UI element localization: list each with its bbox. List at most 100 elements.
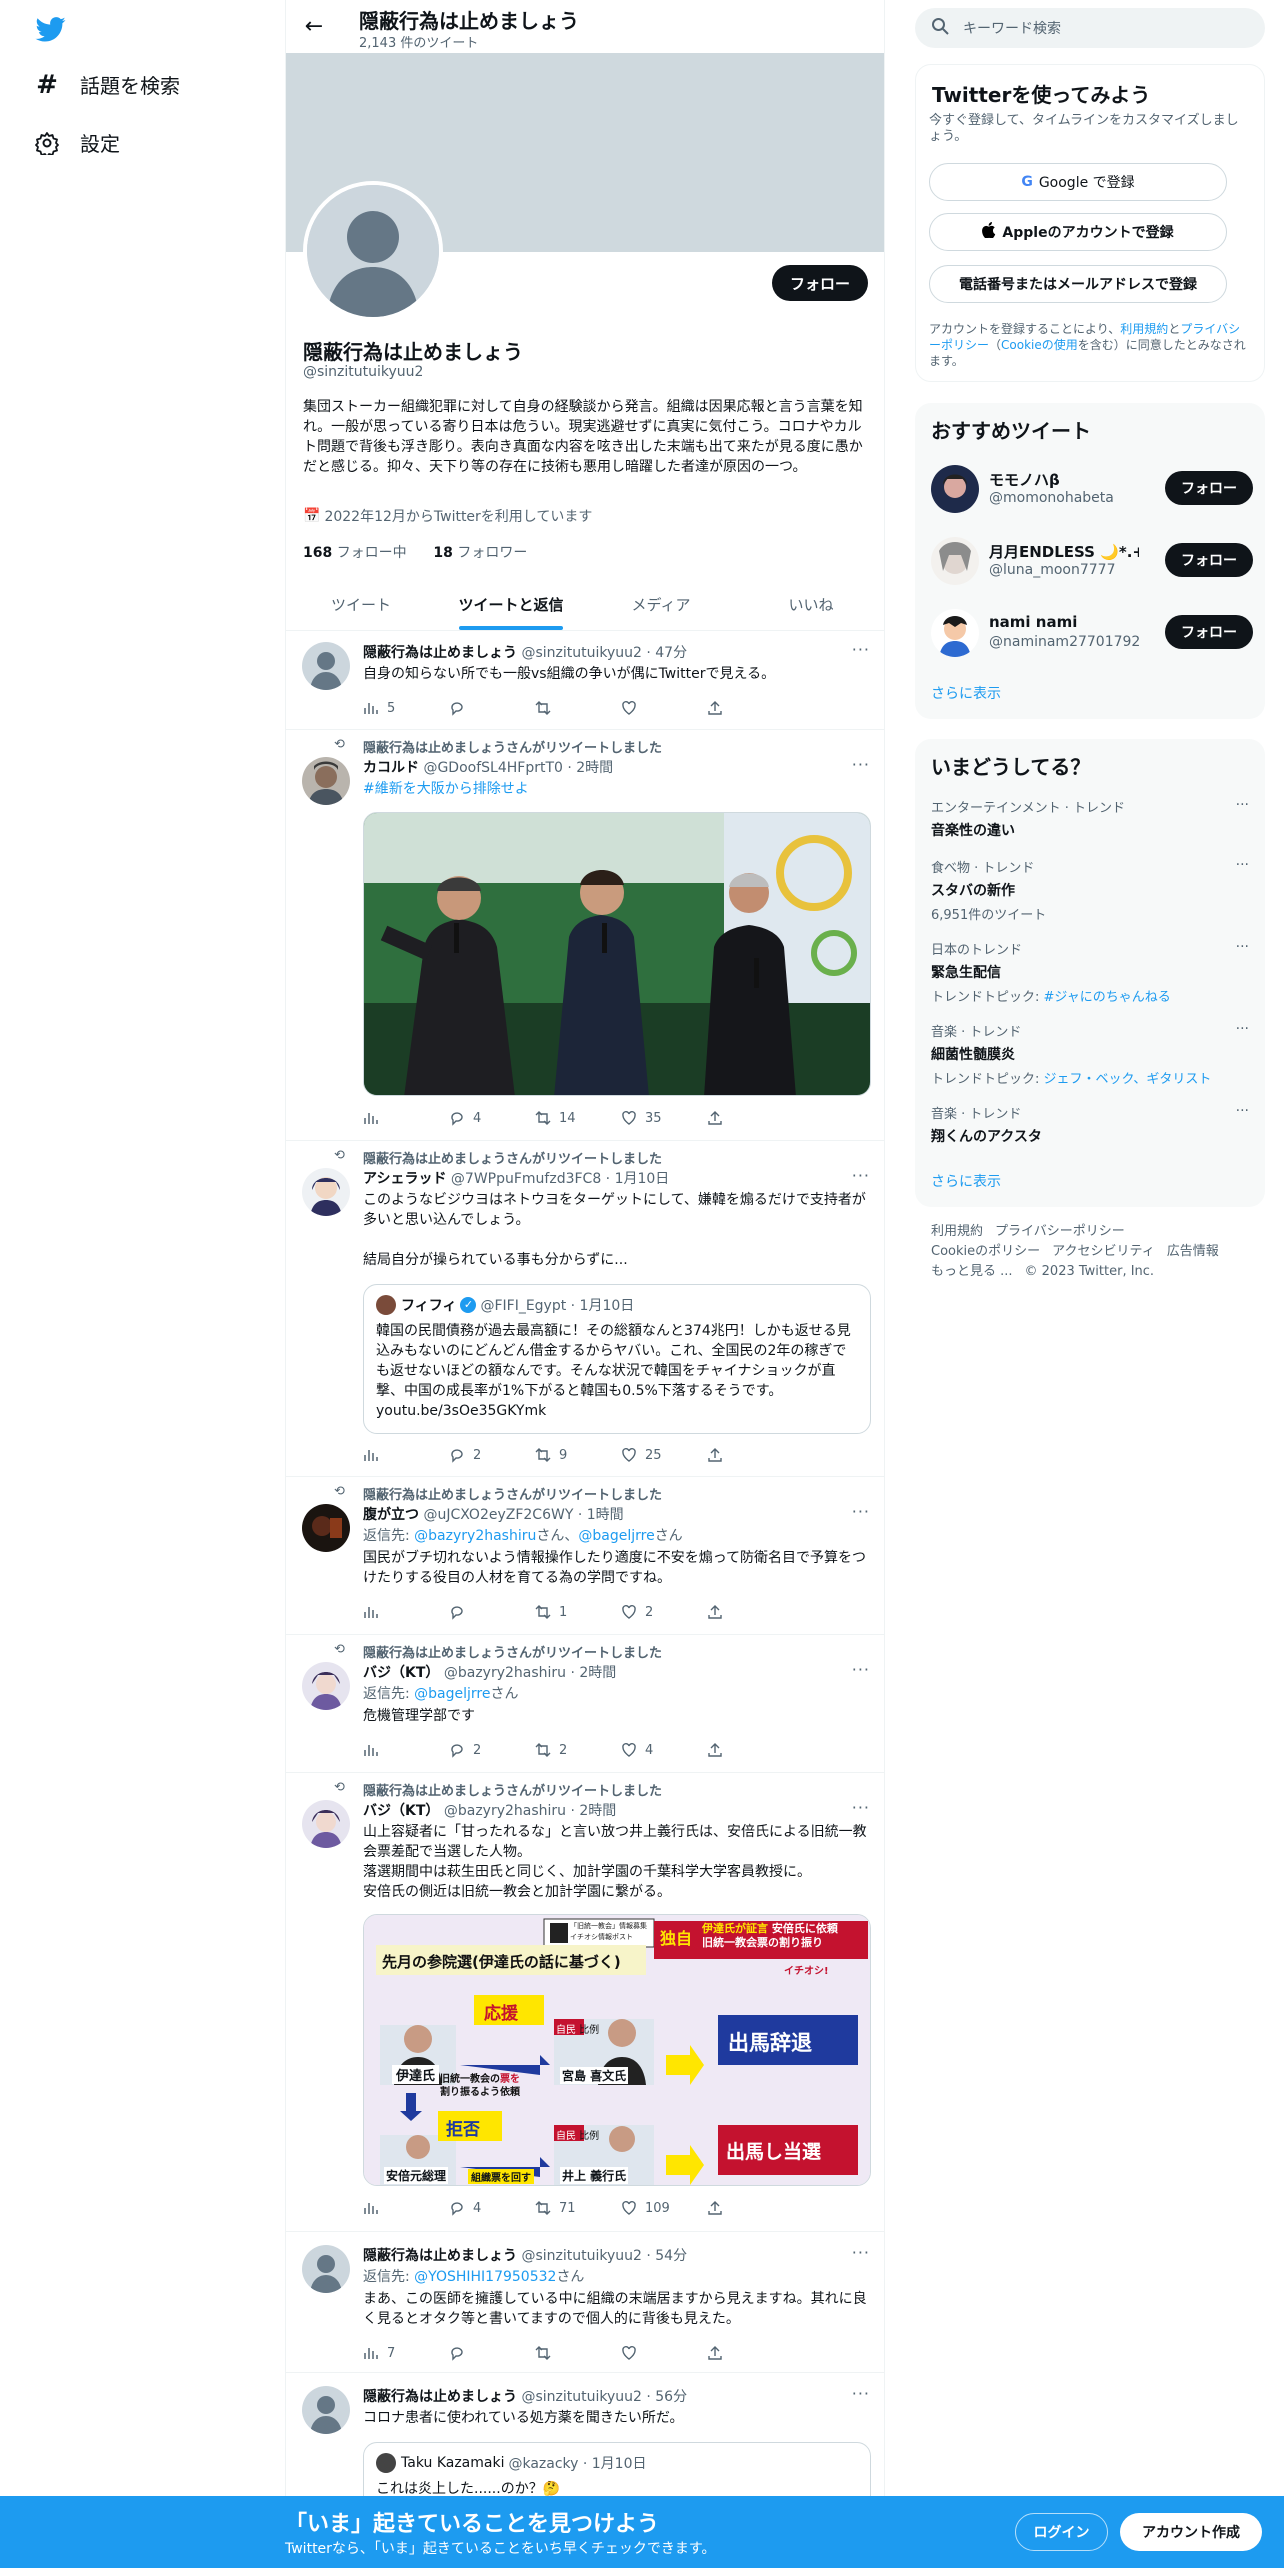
- more-icon[interactable]: ···: [1236, 857, 1249, 873]
- tweet[interactable]: ⟲ 隠蔽行為は止めましょうさんがリツイートしました バジ（KT） @bazyry…: [286, 1774, 884, 2232]
- like-button[interactable]: 109: [621, 2198, 707, 2218]
- share-button[interactable]: [707, 1602, 793, 1622]
- retweet-button[interactable]: 2: [535, 1740, 621, 1760]
- retweet-button[interactable]: [535, 698, 621, 718]
- trend-item[interactable]: 音楽 · トレンド 細菌性髄膜炎 トレンドトピック: ジェフ・ベック、ギタリスト …: [931, 1021, 1249, 1087]
- reply-button[interactable]: [449, 2343, 535, 2363]
- rec-user[interactable]: nami nami @naminam27701792 フォロー: [931, 607, 1253, 659]
- more-icon[interactable]: ···: [1236, 1103, 1249, 1119]
- like-button[interactable]: [621, 698, 707, 718]
- retweet-button[interactable]: 14: [535, 1108, 621, 1128]
- share-button[interactable]: [707, 1445, 793, 1465]
- avatar[interactable]: [302, 757, 350, 805]
- tab-media[interactable]: メディア: [586, 578, 736, 630]
- twitter-logo-icon[interactable]: [34, 14, 68, 44]
- trend-item[interactable]: 日本のトレンド 緊急生配信 トレンドトピック: #ジャにのちゃんねる ···: [931, 939, 1249, 1005]
- like-button[interactable]: 35: [621, 1108, 707, 1128]
- tweet[interactable]: ⟲ 隠蔽行為は止めましょうさんがリツイートしました バジ（KT） @bazyry…: [286, 1636, 884, 1773]
- rec-user[interactable]: モモノハβ @momonohabeta フォロー: [931, 463, 1253, 515]
- reply-button[interactable]: 4: [449, 2198, 535, 2218]
- views-button[interactable]: [363, 1602, 449, 1622]
- like-button[interactable]: 2: [621, 1602, 707, 1622]
- more-icon[interactable]: ···: [852, 2243, 870, 2262]
- avatar[interactable]: [302, 642, 350, 690]
- more-icon[interactable]: ···: [1236, 1021, 1249, 1037]
- follow-button[interactable]: フォロー: [1165, 543, 1253, 577]
- retweet-button[interactable]: [535, 2343, 621, 2363]
- mention-link[interactable]: @bageljrre: [578, 1528, 654, 1544]
- trend-topic-link[interactable]: #ジャにのちゃんねる: [1044, 990, 1171, 1005]
- nav-explore[interactable]: # 話題を検索: [34, 70, 180, 100]
- profile-avatar[interactable]: [303, 181, 443, 321]
- trend-item[interactable]: 音楽 · トレンド 翔くんのアクスタ ···: [931, 1103, 1249, 1146]
- reply-button[interactable]: 2: [449, 1445, 535, 1465]
- follow-button[interactable]: フォロー: [1165, 471, 1253, 505]
- tweet-photo[interactable]: 「旧統一教会」情報募集 イチオシ情報ポスト 独自 伊達氏が証言 安倍氏に依頼 旧統一…: [363, 1914, 871, 2186]
- share-button[interactable]: [707, 2198, 793, 2218]
- trend-topic-link[interactable]: ジェフ・ベック、ギタリスト: [1044, 1072, 1212, 1087]
- footer-link[interactable]: もっと見る ...: [931, 1264, 1013, 1279]
- terms-link[interactable]: 利用規約: [1120, 322, 1168, 336]
- more-icon[interactable]: ···: [1236, 939, 1249, 955]
- tab-tweets-replies[interactable]: ツイートと返信: [436, 578, 586, 630]
- more-icon[interactable]: ···: [852, 755, 870, 774]
- google-signup-button[interactable]: G Google で登録: [929, 163, 1227, 201]
- footer-link[interactable]: Cookieのポリシー: [931, 1244, 1040, 1259]
- follow-button[interactable]: フォロー: [1165, 615, 1253, 649]
- avatar[interactable]: [302, 1662, 350, 1710]
- avatar[interactable]: [302, 1168, 350, 1216]
- reply-button[interactable]: [449, 1602, 535, 1622]
- search-input[interactable]: キーワード検索: [915, 8, 1265, 48]
- share-button[interactable]: [707, 1740, 793, 1760]
- avatar[interactable]: [302, 2386, 350, 2434]
- views-button[interactable]: [363, 1108, 449, 1128]
- signup-button[interactable]: アカウント作成: [1120, 2513, 1262, 2551]
- trend-item[interactable]: 食べ物 · トレンド スタバの新作 6,951件のツイート ···: [931, 857, 1249, 923]
- more-icon[interactable]: ···: [852, 1502, 870, 1521]
- show-more-link[interactable]: さらに表示: [931, 683, 1001, 703]
- tab-likes[interactable]: いいね: [736, 578, 884, 630]
- show-more-link[interactable]: さらに表示: [931, 1171, 1001, 1191]
- reply-button[interactable]: [449, 698, 535, 718]
- more-icon[interactable]: ···: [1236, 797, 1249, 813]
- quoted-tweet[interactable]: フィフィ ✓ @FIFI_Egypt · 1月10日 韓国の民間債務が過去最高額…: [363, 1284, 871, 1434]
- views-button[interactable]: 7: [363, 2343, 449, 2363]
- tweet[interactable]: 隠蔽行為は止めましょう @sinzitutuikyuu2 · 47分 ··· 自…: [286, 632, 884, 730]
- tweet[interactable]: ⟲ 隠蔽行為は止めましょうさんがリツイートしました カコルド @GDoofSL4…: [286, 731, 884, 1141]
- hashtag-link[interactable]: #維新を大阪から排除せよ: [363, 779, 871, 799]
- views-button[interactable]: [363, 1445, 449, 1465]
- more-icon[interactable]: ···: [852, 1166, 870, 1185]
- cookie-link[interactable]: Cookieの使用: [1001, 338, 1078, 352]
- mention-link[interactable]: @bageljrre: [414, 1686, 490, 1702]
- tab-tweets[interactable]: ツイート: [286, 578, 436, 630]
- share-button[interactable]: [707, 1108, 793, 1128]
- avatar[interactable]: [302, 2245, 350, 2293]
- more-icon[interactable]: ···: [852, 640, 870, 659]
- retweet-button[interactable]: 71: [535, 2198, 621, 2218]
- reply-button[interactable]: 4: [449, 1108, 535, 1128]
- tweet[interactable]: ⟲ 隠蔽行為は止めましょうさんがリツイートしました アシェラッド @7WPpuF…: [286, 1142, 884, 1477]
- mention-link[interactable]: @YOSHIHI17950532: [414, 2269, 556, 2285]
- retweet-button[interactable]: 9: [535, 1445, 621, 1465]
- nav-settings[interactable]: 設定: [34, 128, 120, 157]
- apple-signup-button[interactable]: Appleのアカウントで登録: [929, 213, 1227, 251]
- tweet[interactable]: 隠蔽行為は止めましょう @sinzitutuikyuu2 · 54分 ··· 返…: [286, 2233, 884, 2373]
- like-button[interactable]: 4: [621, 1740, 707, 1760]
- phone-email-signup-button[interactable]: 電話番号またはメールアドレスで登録: [929, 265, 1227, 303]
- more-icon[interactable]: ···: [852, 1660, 870, 1679]
- share-button[interactable]: [707, 698, 793, 718]
- more-icon[interactable]: ···: [852, 1798, 870, 1817]
- login-button[interactable]: ログイン: [1015, 2513, 1108, 2551]
- back-arrow-icon[interactable]: ←: [296, 8, 332, 44]
- views-button[interactable]: 5: [363, 698, 449, 718]
- footer-link[interactable]: アクセシビリティ: [1052, 1244, 1155, 1259]
- avatar[interactable]: [302, 1504, 350, 1552]
- views-button[interactable]: [363, 1740, 449, 1760]
- avatar[interactable]: [302, 1800, 350, 1848]
- follow-button[interactable]: フォロー: [771, 265, 868, 301]
- tweet[interactable]: ⟲ 隠蔽行為は止めましょうさんがリツイートしました 腹が立つ @uJCXO2ey…: [286, 1478, 884, 1635]
- mention-link[interactable]: @bazyry2hashiru: [414, 1528, 536, 1544]
- footer-link[interactable]: 広告情報: [1167, 1244, 1219, 1259]
- like-button[interactable]: 25: [621, 1445, 707, 1465]
- trend-item[interactable]: エンターテインメント · トレンド 音楽性の違い ···: [931, 797, 1249, 840]
